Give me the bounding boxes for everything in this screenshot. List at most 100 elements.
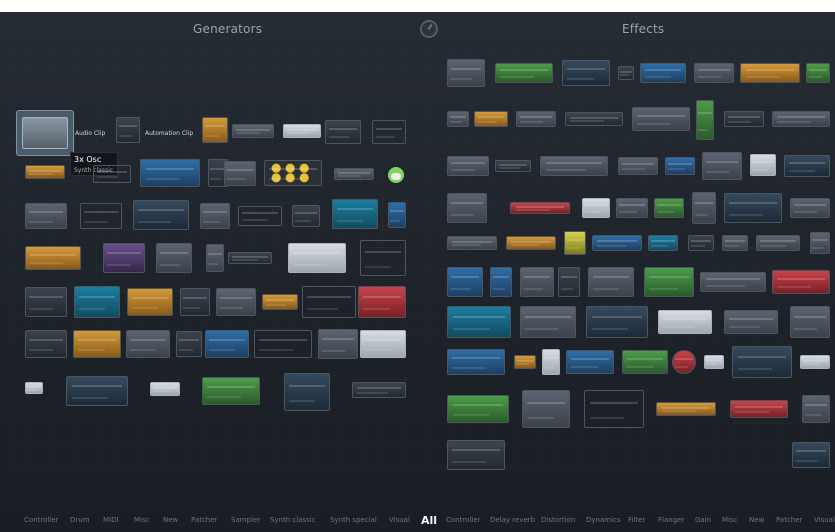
plugin-tile[interactable] <box>447 306 511 338</box>
plugin-tile[interactable] <box>584 390 644 428</box>
plugin-tile[interactable] <box>740 63 800 83</box>
plugin-tile[interactable] <box>318 329 358 359</box>
filter-fx-new[interactable]: New <box>749 516 764 524</box>
plugin-tile[interactable] <box>592 235 642 251</box>
plugin-tile[interactable] <box>447 193 487 223</box>
plugin-tile[interactable] <box>696 100 714 140</box>
plugin-tile[interactable] <box>564 231 586 255</box>
plugin-tile[interactable] <box>565 112 623 126</box>
plugin-tile[interactable] <box>176 331 202 357</box>
plugin-tile[interactable] <box>447 440 505 470</box>
plugin-tile[interactable] <box>127 288 173 316</box>
plugin-tile[interactable] <box>358 286 406 318</box>
plugin-tile[interactable] <box>618 157 658 175</box>
filter-fx-visual[interactable]: Visual <box>814 516 835 524</box>
filter-gen-sampler[interactable]: Sampler <box>231 516 260 524</box>
plugin-tile[interactable] <box>202 117 228 143</box>
plugin-tile[interactable] <box>447 267 483 297</box>
plugin-tile[interactable] <box>692 192 716 224</box>
plugin-tile[interactable] <box>292 205 320 227</box>
plugin-tile[interactable] <box>640 63 686 83</box>
filter-gen-visual[interactable]: Visual <box>389 516 410 524</box>
plugin-tile[interactable] <box>25 330 67 358</box>
plugin-tile[interactable] <box>228 252 272 264</box>
plugin-tile[interactable] <box>103 243 145 273</box>
plugin-tile[interactable] <box>474 111 508 127</box>
plugin-tile[interactable] <box>722 235 748 251</box>
plugin-tile[interactable] <box>542 349 560 375</box>
plugin-tile[interactable] <box>332 199 378 229</box>
plugin-tile[interactable] <box>495 63 553 83</box>
plugin-tile[interactable] <box>806 63 830 83</box>
plugin-tile[interactable] <box>790 198 830 218</box>
filter-gen-patcher[interactable]: Patcher <box>191 516 217 524</box>
plugin-tile[interactable] <box>325 120 361 144</box>
plugin-tile[interactable] <box>156 243 192 273</box>
filter-fx-patcher[interactable]: Patcher <box>776 516 802 524</box>
plugin-tile[interactable] <box>588 267 634 297</box>
plugin-tile[interactable] <box>540 156 608 176</box>
plugin-tile[interactable] <box>360 240 406 276</box>
plugin-tile[interactable] <box>724 310 778 334</box>
plugin-tile[interactable] <box>558 267 580 297</box>
plugin-tile[interactable] <box>372 120 406 144</box>
filter-gen-misc[interactable]: Misc <box>134 516 149 524</box>
plugin-tile[interactable] <box>254 330 312 358</box>
plugin-tile[interactable] <box>288 243 346 273</box>
plugin-tile[interactable] <box>724 193 782 223</box>
plugin-tile[interactable] <box>582 198 610 218</box>
plugin-tile[interactable] <box>514 355 536 369</box>
mascot-plugin-icon[interactable] <box>385 163 407 187</box>
plugin-tile[interactable] <box>694 63 734 83</box>
plugin-tile[interactable] <box>25 203 67 229</box>
plugin-tile[interactable] <box>562 60 610 86</box>
plugin-tile[interactable] <box>25 165 65 179</box>
plugin-tile[interactable] <box>724 111 764 127</box>
plugin-tile[interactable] <box>732 346 792 378</box>
filter-gen-midi[interactable]: MIDI <box>103 516 119 524</box>
plugin-tile[interactable] <box>232 124 274 138</box>
plugin-tile[interactable] <box>80 203 122 229</box>
plugin-tile[interactable] <box>25 246 81 270</box>
plugin-tile[interactable] <box>688 235 714 251</box>
filter-fx-gain[interactable]: Gain <box>695 516 711 524</box>
plugin-tile[interactable] <box>522 390 570 428</box>
plugin-tile[interactable] <box>262 294 298 310</box>
plugin-tile[interactable] <box>264 160 322 186</box>
plugin-tile[interactable] <box>672 350 696 374</box>
plugin-tile[interactable] <box>665 157 695 175</box>
plugin-tile[interactable] <box>495 160 531 172</box>
plugin-tile[interactable] <box>792 442 830 468</box>
plugin-tile[interactable] <box>520 267 554 297</box>
plugin-tile[interactable] <box>658 310 712 334</box>
plugin-tile[interactable] <box>618 66 634 80</box>
plugin-tile[interactable] <box>447 236 497 250</box>
plugin-tile[interactable] <box>756 235 800 251</box>
plugin-tile[interactable] <box>506 236 556 250</box>
plugin-tile[interactable] <box>200 203 230 229</box>
filter-gen-new[interactable]: New <box>163 516 178 524</box>
plugin-tile[interactable] <box>772 270 830 294</box>
filter-gen-drum[interactable]: Drum <box>70 516 90 524</box>
plugin-tile[interactable] <box>810 232 830 254</box>
plugin-tile[interactable] <box>388 202 406 228</box>
filter-fx-controller[interactable]: Controller <box>446 516 480 524</box>
plugin-tile[interactable] <box>302 286 356 318</box>
filter-gen-synth-classic[interactable]: Synth classic <box>270 516 316 524</box>
plugin-tile[interactable] <box>654 198 684 218</box>
plugin-tile[interactable] <box>622 350 668 374</box>
plugin-tile[interactable] <box>700 272 766 292</box>
plugin-tile[interactable] <box>447 349 505 375</box>
plugin-tile[interactable] <box>150 382 180 396</box>
plugin-tile[interactable] <box>772 111 830 127</box>
plugin-tile[interactable] <box>566 350 614 374</box>
plugin-tile[interactable] <box>516 111 556 127</box>
plugin-tile[interactable] <box>632 107 690 131</box>
plugin-tile[interactable] <box>334 168 374 180</box>
plugin-tile[interactable] <box>25 287 67 317</box>
plugin-tile[interactable] <box>447 395 509 423</box>
plugin-tile[interactable] <box>206 244 224 272</box>
filter-fx-delay-reverb[interactable]: Delay reverb <box>490 516 535 524</box>
plugin-tile[interactable] <box>238 206 282 226</box>
plugin-tile[interactable] <box>73 330 121 358</box>
